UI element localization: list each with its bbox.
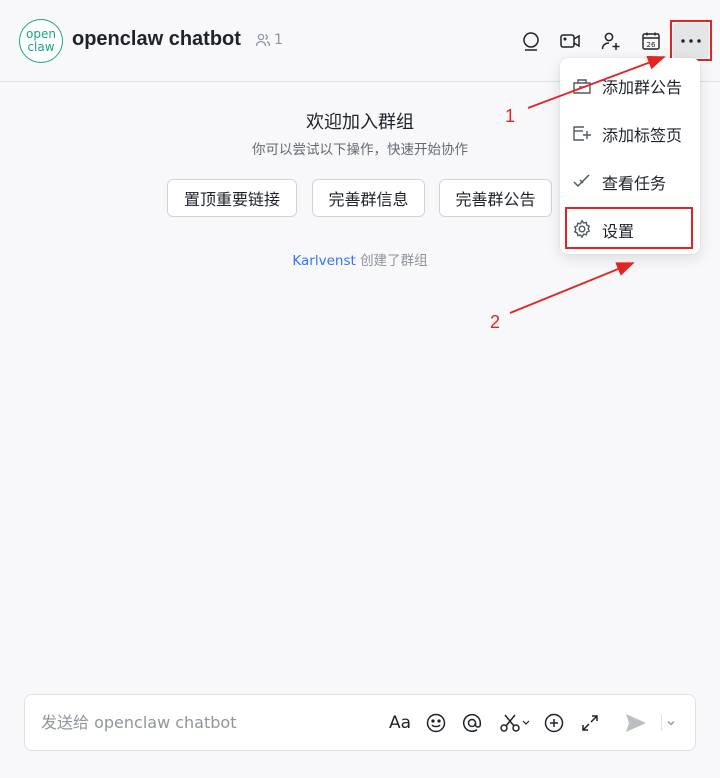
menu-item-add-tab[interactable]: 添加标签页 <box>560 110 700 154</box>
send-icon[interactable] <box>622 709 650 737</box>
creator-username[interactable]: Karlvenst <box>292 253 355 269</box>
screenshot-icon[interactable] <box>497 709 533 737</box>
system-message-action: 创建了群组 <box>360 253 428 269</box>
annotation-step2-label: 2 <box>490 312 501 332</box>
menu-item-view-tasks[interactable]: 查看任务 <box>560 158 700 202</box>
add-icon[interactable] <box>540 709 568 737</box>
chat-title[interactable]: openclaw chatbot <box>72 28 241 51</box>
expand-icon[interactable] <box>576 709 604 737</box>
text-format-icon[interactable]: Aa <box>386 709 414 737</box>
menu-item-label: 添加群公告 <box>602 78 683 97</box>
menu-item-label: 添加标签页 <box>602 126 683 145</box>
group-avatar[interactable]: open claw <box>19 19 63 63</box>
members-icon <box>255 33 271 47</box>
member-count-number: 1 <box>274 32 283 48</box>
search-icon[interactable] <box>516 26 546 56</box>
mention-icon[interactable] <box>458 709 486 737</box>
announcement-icon <box>573 79 591 94</box>
message-input[interactable] <box>25 695 365 750</box>
pin-link-button[interactable]: 置顶重要链接 <box>167 179 297 217</box>
arrow-step2 <box>509 262 635 314</box>
calendar-icon[interactable]: 26 <box>636 26 666 56</box>
annotation-box-more <box>670 20 712 61</box>
menu-item-add-announcement[interactable]: 添加群公告 <box>560 62 700 106</box>
chevron-down-icon[interactable] <box>663 709 679 737</box>
annotation-step1-label: 1 <box>505 106 516 126</box>
add-tab-icon <box>573 126 591 141</box>
emoji-icon[interactable] <box>422 709 450 737</box>
message-composer: Aa <box>24 694 696 751</box>
video-call-icon[interactable] <box>555 26 585 56</box>
member-count[interactable]: 1 <box>255 32 283 48</box>
complete-group-info-button[interactable]: 完善群信息 <box>312 179 425 217</box>
complete-announcement-button[interactable]: 完善群公告 <box>439 179 552 217</box>
avatar-text-line2: claw <box>27 40 55 54</box>
task-icon <box>573 174 590 188</box>
composer-divider <box>661 715 662 731</box>
add-member-icon[interactable] <box>596 26 626 56</box>
svg-text:26: 26 <box>647 41 656 49</box>
menu-item-label: 查看任务 <box>602 174 667 193</box>
annotation-box-settings <box>565 207 693 249</box>
